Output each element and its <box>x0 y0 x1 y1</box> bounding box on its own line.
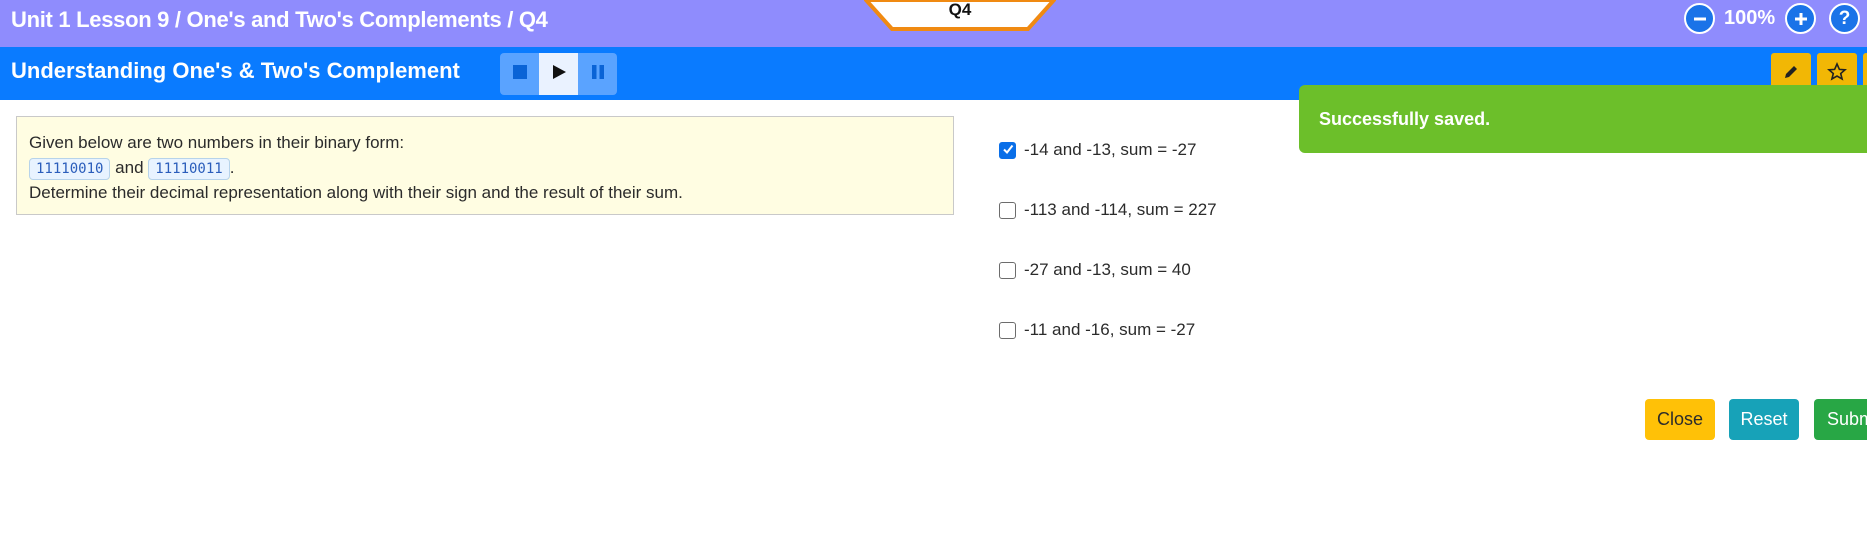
help-button[interactable]: ? <box>1829 3 1860 34</box>
question-line-2: 11110010 and 11110011. <box>29 155 941 180</box>
play-button[interactable] <box>539 53 578 95</box>
top-bar: Unit 1 Lesson 9 / One's and Two's Comple… <box>0 0 1867 47</box>
checkmark-icon <box>1002 140 1014 160</box>
submit-button[interactable]: Submit <box>1814 399 1867 440</box>
answer-option-2[interactable]: -113 and -114, sum = 227 <box>999 200 1217 220</box>
stop-button[interactable] <box>500 53 539 95</box>
lesson-title: Understanding One's & Two's Complement <box>11 58 460 83</box>
answer-option-label: -113 and -114, sum = 227 <box>1024 200 1217 219</box>
question-connector: and <box>115 158 144 177</box>
pause-icon <box>590 64 606 85</box>
zoom-in-button[interactable] <box>1785 3 1816 34</box>
star-icon <box>1827 61 1847 87</box>
minus-circle-icon <box>1693 6 1707 32</box>
plus-circle-icon <box>1794 6 1808 32</box>
toast-message: Successfully saved. <box>1319 109 1491 129</box>
question-line-3: Determine their decimal representation a… <box>29 183 683 202</box>
stop-icon <box>512 64 528 85</box>
zoom-level: 100% <box>1724 7 1776 29</box>
answer-checkbox[interactable] <box>999 261 1016 279</box>
zoom-out-button[interactable] <box>1684 3 1715 34</box>
reset-button[interactable]: Reset <box>1729 399 1799 440</box>
media-controls <box>500 53 617 95</box>
question-box: Given below are two numbers in their bin… <box>16 116 954 215</box>
breadcrumb: Unit 1 Lesson 9 / One's and Two's Comple… <box>11 7 548 32</box>
answer-option-3[interactable]: -27 and -13, sum = 40 <box>999 260 1191 280</box>
binary-number-1: 11110010 <box>29 158 111 180</box>
answer-option-label: -14 and -13, sum = -27 <box>1024 140 1197 159</box>
answer-option-label: -11 and -16, sum = -27 <box>1024 320 1196 339</box>
binary-number-2: 11110011 <box>148 158 230 180</box>
close-button[interactable]: Close <box>1645 399 1715 440</box>
question-period: . <box>229 158 235 177</box>
answer-option-label: -27 and -13, sum = 40 <box>1024 260 1191 279</box>
pencil-icon <box>1782 63 1800 86</box>
question-circle-icon: ? <box>1838 7 1851 29</box>
answer-checkbox[interactable] <box>999 321 1016 339</box>
question-tab[interactable]: Q4 <box>864 0 1056 31</box>
answer-checkbox[interactable] <box>999 140 1016 160</box>
play-icon <box>551 64 567 85</box>
question-tab-label: Q4 <box>948 0 972 19</box>
question-line-1: Given below are two numbers in their bin… <box>29 133 405 152</box>
success-toast: Successfully saved. <box>1299 85 1867 153</box>
pause-button[interactable] <box>578 53 617 95</box>
answer-option-1[interactable]: -14 and -13, sum = -27 <box>999 140 1196 160</box>
answer-option-4[interactable]: -11 and -16, sum = -27 <box>999 320 1195 340</box>
answer-checkbox[interactable] <box>999 201 1016 219</box>
